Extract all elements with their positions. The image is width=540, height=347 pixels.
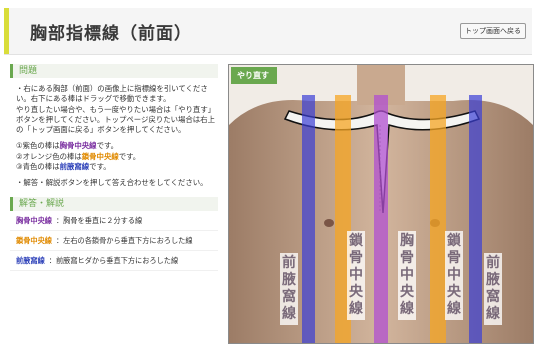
problem-paragraph: やり直したい場合や、もう一度やりたい場合は「やり直す」ボタンを押してください。ト… <box>16 104 216 135</box>
answer-item: 鎖骨中央線 ：左右の各鎖骨から垂直下方におろした線 <box>10 231 218 251</box>
midclavicular-term: 鎖骨中央線 <box>81 151 119 161</box>
back-to-top-button[interactable]: トップ画面へ戻る <box>460 23 526 39</box>
label-right-anterior-axillary: 前腋窩線 <box>484 253 502 325</box>
header-accent-bar <box>4 8 9 54</box>
label-right-midclavicular: 鎖骨中央線 <box>445 231 463 320</box>
answer-heading: 解答・解説 <box>10 196 218 211</box>
left-axillary-bar[interactable] <box>302 95 315 343</box>
answer-item: 胸骨中央線 ：胸骨を垂直に２分する線 <box>10 211 218 231</box>
right-axillary-bar[interactable] <box>469 95 482 343</box>
label-left-midclavicular: 鎖骨中央線 <box>347 231 365 320</box>
legend-purple: ①紫色の棒は胸骨中央線です。 <box>16 141 118 151</box>
problem-note: ・解答・解説ボタンを押して答え合わせをしてください。 <box>16 178 208 188</box>
problem-paragraph: ・右にある胸部（前面）の画像上に指標線を引いてください。右下にある棒はドラッグで… <box>16 84 208 104</box>
axillary-term: 前腋窩線 <box>59 162 90 172</box>
instruction-panel: 問題 ・右にある胸部（前面）の画像上に指標線を引いてください。右下にある棒はドラ… <box>10 64 218 344</box>
legend-blue: ③青色の棒は前腋窩線です。 <box>16 162 111 172</box>
answer-item: 前腋窩線 ：前腋窩ヒダから垂直下方におろした線 <box>10 251 218 271</box>
page-title: 胸部指標線（前面） <box>30 24 192 44</box>
problem-heading: 問題 <box>10 64 218 78</box>
sternal-bar[interactable] <box>374 95 388 343</box>
label-left-anterior-axillary: 前腋窩線 <box>280 253 298 325</box>
legend-orange: ②オレンジ色の棒は鎖骨中央線です。 <box>16 151 141 161</box>
redo-button[interactable]: やり直す <box>231 67 277 84</box>
chest-image-panel: やり直す 前腋窩線 鎖骨中央線 胸骨中央線 鎖骨中央線 前腋窩線 <box>228 64 534 344</box>
label-sternal: 胸骨中央線 <box>398 231 416 320</box>
right-midclavicular-bar[interactable] <box>430 95 446 343</box>
sternal-term: 胸骨中央線 <box>59 141 97 151</box>
problem-text: ・右にある胸部（前面）の画像上に指標線を引いてください。右下にある棒はドラッグで… <box>10 78 218 189</box>
page-header: 胸部指標線（前面） トップ画面へ戻る <box>4 8 532 55</box>
